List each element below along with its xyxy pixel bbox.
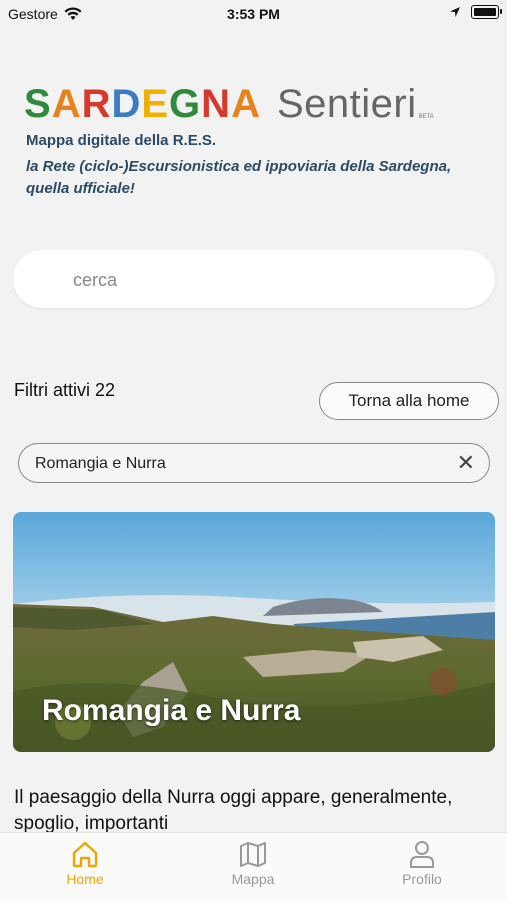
map-icon [240, 842, 266, 867]
search-bar[interactable] [13, 250, 495, 310]
tab-bar: Home Mappa Profilo [0, 832, 507, 901]
logo-letter: R [81, 82, 112, 126]
close-icon[interactable]: ✕ [457, 450, 475, 476]
logo-beta: BETA [418, 114, 434, 120]
logo-letter: A [51, 82, 82, 126]
home-icon [72, 841, 98, 868]
back-home-button[interactable]: Torna alla home [319, 382, 499, 420]
logo-letter: D [111, 82, 142, 126]
battery-icon [471, 5, 502, 19]
tagline-subtitle: la Rete (ciclo-)Escursionistica ed ippov… [26, 158, 452, 197]
logo-sardegna: SARDEGNA [24, 84, 261, 124]
tab-home[interactable]: Home [25, 839, 145, 887]
status-right [449, 5, 502, 19]
tab-map[interactable]: Mappa [193, 839, 313, 887]
user-icon [410, 841, 434, 868]
active-filters-label: Filtri attivi 22 [14, 380, 116, 400]
filter-chip: Romangia e Nurra ✕ [18, 443, 490, 483]
logo-letter: N [201, 82, 232, 126]
app-logo: SARDEGNA Sentieri BETA [24, 80, 434, 124]
location-arrow-icon [450, 7, 460, 17]
search-input[interactable] [71, 250, 475, 310]
filter-chip-label: Romangia e Nurra [35, 455, 166, 472]
area-card[interactable]: Romangia e Nurra [13, 512, 495, 752]
tab-home-label: Home [66, 871, 104, 887]
logo-letter: A [231, 82, 261, 126]
status-bar: Gestore 3:53 PM [0, 0, 507, 30]
logo-letter: E [141, 82, 170, 126]
tab-profile-label: Profilo [402, 871, 442, 887]
tab-map-label: Mappa [231, 871, 275, 887]
area-description: Il paesaggio della Nurra oggi appare, ge… [14, 787, 453, 834]
logo-letter: S [24, 82, 52, 126]
logo-letter: G [169, 82, 202, 126]
tab-profile[interactable]: Profilo [362, 839, 482, 887]
area-card-title: Romangia e Nurra [42, 694, 301, 727]
tagline-title: Mappa digitale della R.E.S. [26, 132, 217, 149]
logo-sentieri: Sentieri [276, 82, 417, 126]
status-time: 3:53 PM [227, 6, 280, 22]
